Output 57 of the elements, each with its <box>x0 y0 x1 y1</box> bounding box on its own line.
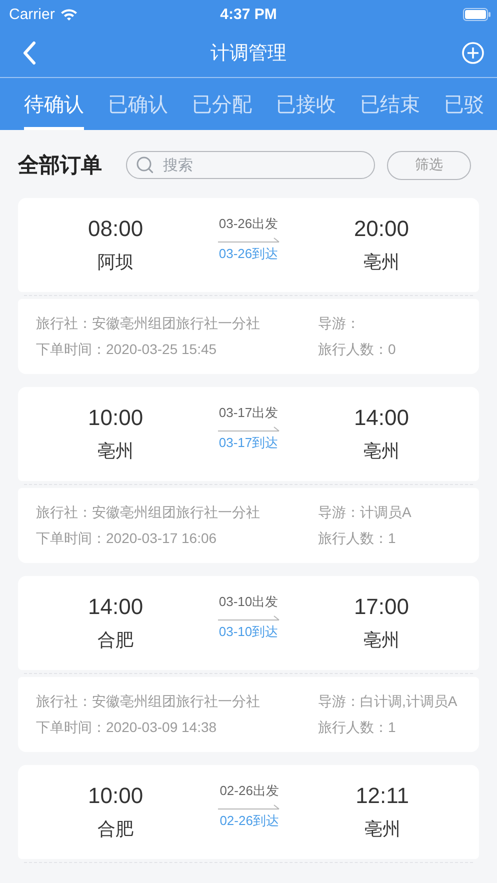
page-title: 计调管理 <box>210 42 286 66</box>
departure-time: 14:00 <box>88 594 144 620</box>
tab[interactable]: 已确认 <box>108 78 168 130</box>
arrival-city: 亳州 <box>363 629 400 652</box>
departure-city: 合肥 <box>98 629 134 652</box>
arrival-city: 亳州 <box>363 440 400 463</box>
arrival-date: 03-26到达 <box>218 245 278 263</box>
travelers-text: 旅行人数：1 <box>318 718 397 736</box>
wifi-icon <box>60 8 78 20</box>
arrival-time: 14:00 <box>354 405 409 431</box>
departure-date: 02-26出发 <box>220 782 279 800</box>
order-time-text: 下单时间：2020-03-09 14:38 <box>36 718 218 736</box>
arrival-date: 03-17到达 <box>218 434 278 452</box>
departure-city: 亳州 <box>98 440 134 463</box>
departure-time: 10:00 <box>88 783 144 809</box>
guide-text: 导游：白计调,计调员A <box>318 692 458 710</box>
tab[interactable]: 已分配 <box>192 78 252 130</box>
arrival-time: 12:11 <box>356 783 409 809</box>
arrival-city: 亳州 <box>363 251 400 274</box>
agency-text: 旅行社：安徽亳州组团旅行社一分社 <box>36 692 261 710</box>
status-time: 4:37 PM <box>219 6 278 22</box>
departure-date: 03-17出发 <box>218 404 278 422</box>
battery-icon <box>463 8 491 20</box>
travelers-text: 旅行人数：0 <box>318 340 396 358</box>
add-button[interactable] <box>461 40 485 64</box>
search-field[interactable]: 搜索 <box>126 151 375 179</box>
arrival-time: 20:00 <box>354 216 409 242</box>
order-time-text: 下单时间：2020-03-25 15:45 <box>36 340 218 358</box>
guide-text: 导游：计调员A <box>318 504 412 522</box>
departure-time: 10:00 <box>88 405 144 431</box>
section-title: 全部订单 <box>18 152 103 179</box>
back-button[interactable] <box>22 40 36 64</box>
agency-text: 旅行社：安徽亳州组团旅行社一分社 <box>36 504 261 522</box>
arrow-icon <box>218 615 280 621</box>
travelers-text: 旅行人数：1 <box>318 530 397 548</box>
departure-time: 08:00 <box>88 216 144 242</box>
departure-date: 03-26出发 <box>218 215 278 233</box>
order-time-text: 下单时间：2020-03-17 16:06 <box>36 530 218 548</box>
arrow-icon <box>218 426 280 432</box>
departure-date: 03-10出发 <box>218 593 278 611</box>
tab[interactable]: 已结束 <box>360 78 420 130</box>
departure-city: 合肥 <box>98 818 134 841</box>
arrow-icon <box>218 804 280 810</box>
departure-city: 阿坝 <box>98 251 134 274</box>
tab[interactable]: 待确认 <box>24 78 84 130</box>
agency-text: 旅行社：安徽亳州组团旅行社一分社 <box>36 314 261 332</box>
tab[interactable]: 已驳 <box>444 78 484 130</box>
arrival-city: 亳州 <box>364 818 400 841</box>
guide-text: 导游： <box>318 314 361 332</box>
arrival-time: 17:00 <box>354 594 409 620</box>
arrival-date: 03-10到达 <box>218 623 278 641</box>
filter-button[interactable]: 筛选 <box>387 150 471 180</box>
arrival-date: 02-26到达 <box>220 812 279 830</box>
arrow-icon <box>218 237 280 243</box>
carrier-name: Carrier <box>9 6 55 22</box>
tab[interactable]: 已接收 <box>276 78 336 130</box>
search-icon <box>136 156 154 174</box>
